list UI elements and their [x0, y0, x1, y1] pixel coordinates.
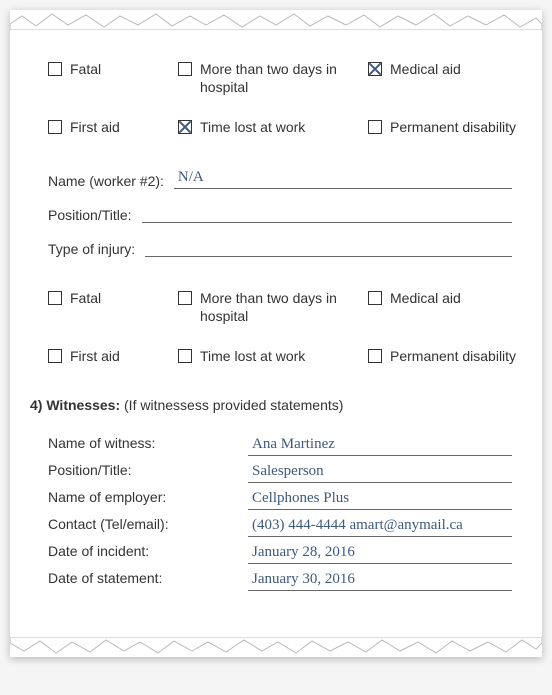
torn-edge-top	[10, 10, 542, 30]
checkbox-icon	[178, 349, 192, 363]
check-time-lost[interactable]: Time lost at work	[178, 118, 368, 136]
checkbox-icon	[178, 120, 192, 134]
witness-name-label: Name of witness:	[48, 435, 238, 451]
checkbox-icon	[48, 62, 62, 76]
witness-statement-row: Date of statement: January 30, 2016	[48, 570, 522, 591]
check-label: More than two days in hospital	[200, 60, 368, 96]
check-hospital[interactable]: More than two days in hospital	[178, 60, 368, 96]
checkbox-icon	[368, 349, 382, 363]
check-hospital[interactable]: More than two days in hospital	[178, 289, 368, 325]
witness-position-label: Position/Title:	[48, 462, 238, 478]
check-fatal[interactable]: Fatal	[48, 60, 178, 96]
checkbox-icon	[178, 62, 192, 76]
worker2-check-row-2: First aid Time lost at work Permanent di…	[30, 347, 522, 365]
checkbox-icon	[368, 120, 382, 134]
section-4-desc: (If witnessess provided statements)	[120, 397, 343, 413]
check-label: Fatal	[70, 289, 101, 307]
worker2-position-row: Position/Title:	[30, 203, 522, 223]
witness-employer-label: Name of employer:	[48, 489, 238, 505]
section-4-heading: 4) Witnesses: (If witnessess provided st…	[30, 397, 522, 413]
check-fatal[interactable]: Fatal	[48, 289, 178, 325]
checkbox-icon	[48, 120, 62, 134]
check-label: First aid	[70, 347, 120, 365]
worker2-position-value[interactable]	[142, 203, 512, 223]
witness-contact-label: Contact (Tel/email):	[48, 516, 238, 532]
check-label: Permanent disability	[390, 118, 516, 136]
check-label: First aid	[70, 118, 120, 136]
worker2-position-label: Position/Title:	[48, 207, 132, 223]
witness-incident-value[interactable]: January 28, 2016	[248, 544, 512, 564]
check-medical-aid[interactable]: Medical aid	[368, 60, 522, 96]
check-medical-aid[interactable]: Medical aid	[368, 289, 522, 325]
check-first-aid[interactable]: First aid	[48, 118, 178, 136]
witness-position-row: Position/Title: Salesperson	[48, 462, 522, 483]
witness-name-row: Name of witness: Ana Martinez	[48, 435, 522, 456]
worker2-name-value[interactable]: N/A	[174, 169, 512, 189]
checkbox-icon	[48, 291, 62, 305]
worker2-name-label: Name (worker #2):	[48, 173, 164, 189]
witness-position-value[interactable]: Salesperson	[248, 463, 512, 483]
worker1-check-row-1: Fatal More than two days in hospital Med…	[30, 60, 522, 96]
check-label: Fatal	[70, 60, 101, 78]
witness-incident-row: Date of incident: January 28, 2016	[48, 543, 522, 564]
form-content: Fatal More than two days in hospital Med…	[10, 30, 542, 637]
worker2-injury-label: Type of injury:	[48, 241, 135, 257]
check-time-lost[interactable]: Time lost at work	[178, 347, 368, 365]
checkbox-icon	[368, 62, 382, 76]
check-label: More than two days in hospital	[200, 289, 368, 325]
witness-employer-row: Name of employer: Cellphones Plus	[48, 489, 522, 510]
torn-edge-bottom	[10, 637, 542, 657]
worker2-injury-value[interactable]	[145, 237, 512, 257]
witness-statement-value[interactable]: January 30, 2016	[248, 571, 512, 591]
check-label: Permanent disability	[390, 347, 516, 365]
check-label: Medical aid	[390, 60, 461, 78]
check-label: Time lost at work	[200, 118, 305, 136]
section-4-title: 4) Witnesses:	[30, 397, 120, 413]
witness-block: Name of witness: Ana Martinez Position/T…	[30, 435, 522, 591]
worker2-injury-row: Type of injury:	[30, 237, 522, 257]
checkbox-icon	[48, 349, 62, 363]
witness-contact-row: Contact (Tel/email): (403) 444-4444 amar…	[48, 516, 522, 537]
witness-name-value[interactable]: Ana Martinez	[248, 436, 512, 456]
check-permanent-disability[interactable]: Permanent disability	[368, 347, 522, 365]
witness-statement-label: Date of statement:	[48, 570, 238, 586]
form-page: Fatal More than two days in hospital Med…	[10, 10, 542, 657]
check-label: Medical aid	[390, 289, 461, 307]
witness-contact-value[interactable]: (403) 444-4444 amart@anymail.ca	[248, 517, 512, 537]
checkbox-icon	[178, 291, 192, 305]
worker2-name-row: Name (worker #2): N/A	[30, 169, 522, 189]
worker1-check-row-2: First aid Time lost at work Permanent di…	[30, 118, 522, 136]
check-label: Time lost at work	[200, 347, 305, 365]
witness-employer-value[interactable]: Cellphones Plus	[248, 490, 512, 510]
worker2-check-row-1: Fatal More than two days in hospital Med…	[30, 289, 522, 325]
witness-incident-label: Date of incident:	[48, 543, 238, 559]
check-first-aid[interactable]: First aid	[48, 347, 178, 365]
check-permanent-disability[interactable]: Permanent disability	[368, 118, 522, 136]
checkbox-icon	[368, 291, 382, 305]
